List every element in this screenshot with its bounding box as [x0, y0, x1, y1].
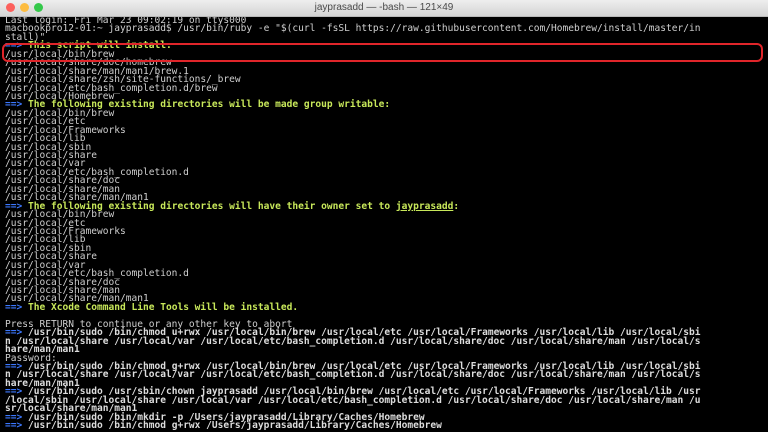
cmd5-line: ==> /usr/bin/sudo /bin/chmod g+rwx /User…: [5, 420, 768, 431]
install-header-line: ==> This script will install:: [5, 41, 768, 51]
terminal-output[interactable]: Last login: Fri Mar 23 09:02:19 on ttys0…: [0, 17, 768, 432]
cmd1-line-2: n /usr/local/share /usr/local/var /usr/l…: [5, 335, 701, 347]
xcode-header: The Xcode Command Line Tools will be ins…: [28, 301, 299, 313]
owner-header-suffix: :: [453, 200, 460, 212]
owner-path-line: /usr/local/sbin: [5, 242, 92, 254]
arrow-marker: ==>: [5, 420, 23, 431]
prompt-command-line-1: macbookpro12-01:~ jayprasadd$ /usr/bin/r…: [5, 23, 701, 35]
terminal-window: jayprasadd — -bash — 121×49 Last login: …: [0, 0, 768, 432]
owner-paths-list: /usr/local/bin/brew/usr/local/etc/usr/lo…: [5, 209, 768, 304]
owner-username: jayprasadd: [395, 200, 454, 212]
owner-path-line: /usr/local/Frameworks: [5, 225, 126, 237]
group-path-line: /usr/local/lib: [5, 133, 86, 145]
title-bar: jayprasadd — -bash — 121×49: [0, 0, 768, 17]
group-paths-list: /usr/local/bin/brew/usr/local/etc/usr/lo…: [5, 107, 768, 202]
arrow-marker: ==>: [5, 301, 23, 313]
xcode-header-line: ==> The Xcode Command Line Tools will be…: [5, 301, 768, 313]
install-path-line: /usr/local/etc/bash_completion.d/brew: [5, 82, 218, 94]
owner-path-line: /usr/local/lib: [5, 234, 86, 246]
group-header-line: ==> The following existing directories w…: [5, 100, 768, 110]
owner-path-line: /usr/local/bin/brew: [5, 209, 115, 221]
group-path-line: /usr/local/Frameworks: [5, 124, 126, 136]
cmd2-line-2: n /usr/local/share /usr/local/var /usr/l…: [5, 369, 701, 381]
cmd1-line-3: hare/man/man1: [5, 344, 80, 356]
install-paths-list: /usr/local/bin/brew/usr/local/share/doc/…: [5, 49, 768, 101]
owner-header-line: ==> The following existing directories w…: [5, 200, 768, 212]
owner-path-line: /usr/local/share: [5, 251, 97, 263]
window-title: jayprasadd — -bash — 121×49: [314, 2, 454, 13]
group-path-line: /usr/local/share: [5, 150, 97, 161]
group-path-line: /usr/local/sbin: [5, 141, 92, 153]
cmd5-text: /usr/bin/sudo /bin/chmod g+rwx /Users/ja…: [28, 420, 442, 431]
group-path-line: /usr/local/bin/brew: [5, 107, 115, 119]
